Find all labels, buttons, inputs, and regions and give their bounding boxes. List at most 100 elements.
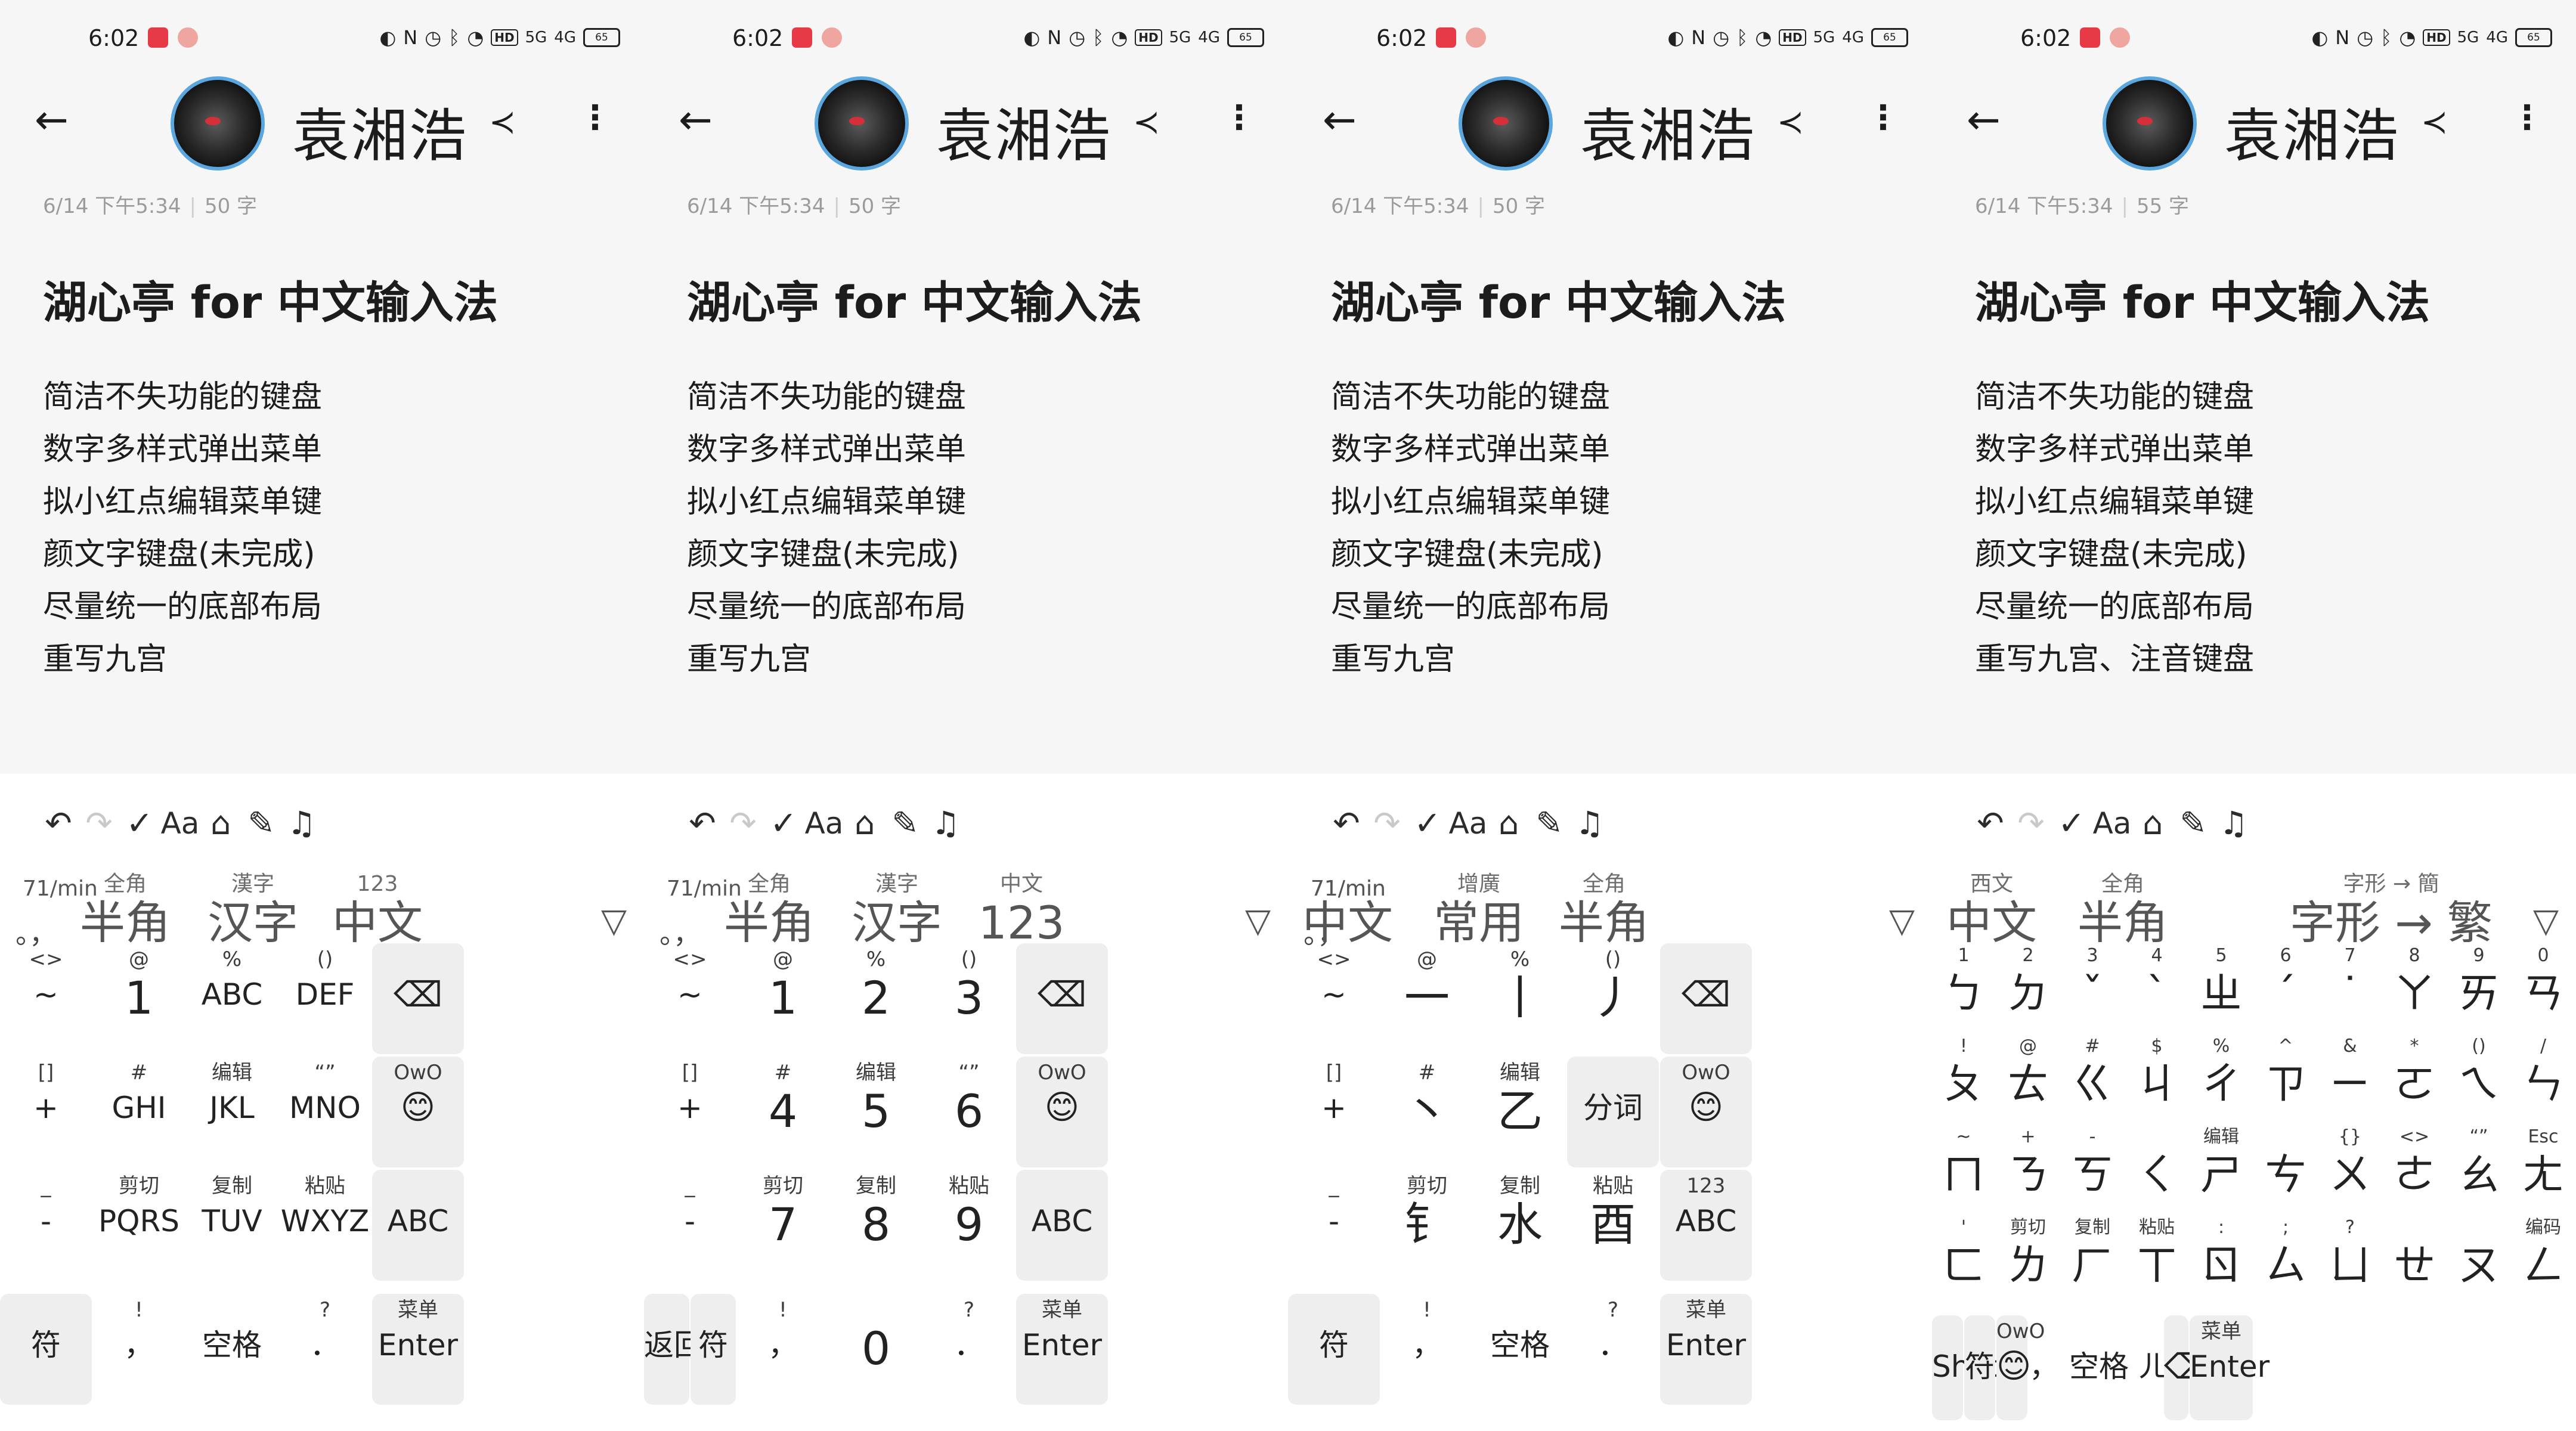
keyboard-key[interactable]: “” 6 (923, 1057, 1015, 1167)
share-icon[interactable]: ≺ (1777, 106, 1804, 138)
keyboard-key[interactable]: 编辑 JKL (186, 1057, 278, 1167)
keyboard-key[interactable]: 编码ㄥ (2512, 1215, 2575, 1305)
keyboard-key[interactable]: 分词 (1567, 1057, 1659, 1167)
keyboard-key[interactable]: 菜单 Enter (1016, 1294, 1108, 1405)
keyboard-key[interactable]: !， (93, 1294, 185, 1405)
keyboard-key[interactable]: !， (1381, 1294, 1473, 1405)
share-icon[interactable]: ≺ (1133, 106, 1160, 138)
keyboard-key[interactable]: ㄑ (2125, 1125, 2188, 1214)
keyboard-key[interactable]: ; ㄙ (2254, 1215, 2317, 1305)
keyboard-key[interactable]: _ - (1288, 1170, 1380, 1281)
candidate-option[interactable]: 字形 → 簡字形 → 繁 (2266, 871, 2516, 948)
keyboard-key[interactable]: 编辑 5 (830, 1057, 922, 1167)
keyboard-key[interactable]: () ㄟ (2447, 1034, 2510, 1123)
keyboard-key[interactable]: OwO 😊 (1660, 1057, 1752, 1167)
microphone-icon[interactable]: ♫ (2213, 803, 2255, 844)
keyboard-key[interactable]: _ - (644, 1170, 736, 1281)
keyboard-key[interactable]: ⌫ (372, 943, 464, 1054)
collapse-keyboard-icon[interactable]: ▽ (601, 902, 627, 940)
author-avatar[interactable] (815, 76, 909, 171)
microphone-icon[interactable]: ♫ (281, 803, 323, 844)
keyboard-key[interactable]: ? ㄩ (2318, 1215, 2382, 1305)
share-icon[interactable]: ≺ (489, 106, 516, 138)
keyboard-key[interactable]: / ㄣ (2512, 1034, 2575, 1123)
keyboard-key[interactable]: ， (2029, 1315, 2060, 1420)
keyboard-key[interactable]: ⌫ (2164, 1315, 2213, 1420)
check-circle-icon[interactable]: ✓ (1407, 803, 1448, 844)
keyboard-key[interactable]: % 2 (830, 943, 922, 1054)
note-body[interactable]: 简洁不失功能的键盘 数字多样式弹出菜单 拟小红点编辑菜单键 颜文字键盘(未完成) 尽量统… (43, 371, 322, 686)
note-body[interactable]: 简洁不失功能的键盘 数字多样式弹出菜单 拟小红点编辑菜单键 颜文字键盘(未完成) 尽量统… (1975, 371, 2254, 686)
keyboard-key[interactable]: “” ㄠ (2447, 1125, 2510, 1214)
keyboard-key[interactable]: 符 (691, 1294, 736, 1405)
keyboard-key[interactable]: & ㄧ (2318, 1034, 2382, 1123)
keyboard-key[interactable]: ? ． (923, 1294, 1015, 1405)
keyboard-key[interactable]: ^ ㄗ (2254, 1034, 2317, 1123)
candidate-option[interactable]: 增廣 常用 (1413, 871, 1544, 948)
keyboard-key[interactable]: <> ~ (0, 943, 92, 1054)
keyboard-key[interactable]: ⌫ (1016, 943, 1108, 1054)
keyboard-key[interactable]: 3ˇ (2061, 943, 2124, 1033)
keyboard-key[interactable]: () DEF (279, 943, 371, 1054)
author-avatar[interactable] (1459, 76, 1553, 171)
keyboard-key[interactable]: ' ㄈ (1932, 1215, 1995, 1305)
collapse-keyboard-icon[interactable]: ▽ (1245, 902, 1271, 940)
keyboard-key[interactable]: @1 (93, 943, 185, 1054)
microphone-icon[interactable]: ♫ (1569, 803, 1611, 844)
keyboard-key[interactable]: 6ˊ (2254, 943, 2317, 1033)
redo-icon[interactable]: ↷ (722, 803, 764, 844)
keyboard-key[interactable]: @ ㄊ (1996, 1034, 2060, 1123)
back-arrow-icon[interactable]: ← (1323, 100, 1357, 141)
keyboard-key[interactable]: “” MNO (279, 1057, 371, 1167)
collapse-keyboard-icon[interactable]: ▽ (2533, 902, 2559, 940)
candidate-option[interactable]: 全角 半角 (1538, 871, 1670, 948)
keyboard-key[interactable]: + ㄋ (1996, 1125, 2060, 1214)
keyboard-key[interactable]: Esc ㄤ (2512, 1125, 2575, 1214)
keyboard-key[interactable]: ㄦ (2138, 1315, 2168, 1420)
undo-icon[interactable]: ↶ (682, 803, 723, 844)
keyboard-key[interactable]: <> ~ (1288, 943, 1380, 1054)
candidate-option[interactable]: 全角 半角 (2057, 871, 2188, 948)
redo-icon[interactable]: ↷ (78, 803, 120, 844)
keyboard-key[interactable]: 剪切 PQRS (93, 1170, 185, 1281)
text-style-icon[interactable]: Aa (803, 803, 845, 844)
keyboard-key[interactable]: 4ˋ (2125, 943, 2188, 1033)
pen-icon[interactable]: ✎ (2172, 803, 2214, 844)
keyboard-key[interactable]: OwO 😊 (1996, 1315, 2045, 1420)
keyboard-key[interactable]: ㄘ (2254, 1125, 2317, 1214)
check-circle-icon[interactable]: ✓ (2051, 803, 2092, 844)
keyboard-key[interactable]: {} ㄨ (2318, 1125, 2382, 1214)
candidate-option[interactable]: 中文 123 (956, 871, 1087, 948)
check-circle-icon[interactable]: ✓ (763, 803, 804, 844)
keyboard-key[interactable]: 编辑乙 (1474, 1057, 1566, 1167)
keyboard-key[interactable]: 5ㄓ (2190, 943, 2253, 1033)
keyboard-key[interactable]: #4 (737, 1057, 829, 1167)
keyboard-key[interactable]: () 丿 (1567, 943, 1659, 1054)
keyboard-key[interactable]: ABC (372, 1170, 464, 1281)
keyboard-key[interactable]: OwO 😊 (372, 1057, 464, 1167)
keyboard-key[interactable]: -ㄎ (2061, 1125, 2124, 1214)
keyboard-key[interactable]: ⌫ (1660, 943, 1752, 1054)
text-style-icon[interactable]: Aa (2091, 803, 2133, 844)
back-arrow-icon[interactable]: ← (1967, 100, 2001, 141)
keyboard-key[interactable]: 空格 (2061, 1315, 2137, 1420)
microphone-icon[interactable]: ♫ (925, 803, 967, 844)
keyboard-key[interactable]: () 3 (923, 943, 1015, 1054)
candidate-option[interactable]: 123 中文 (312, 871, 443, 948)
keyboard-key[interactable]: :ㄖ (2190, 1215, 2253, 1305)
keyboard-key[interactable]: 7 ˙ (2318, 943, 2382, 1033)
keyboard-key[interactable]: 符 (0, 1294, 92, 1405)
collapse-keyboard-icon[interactable]: ▽ (1889, 902, 1915, 940)
keyboard-key[interactable]: 空格 (1474, 1294, 1566, 1405)
candidate-option[interactable]: 全角 半角 (60, 871, 191, 948)
more-options-icon[interactable]: ⋮ (578, 101, 612, 135)
keyboard-key[interactable]: 2ㄉ (1996, 943, 2060, 1033)
more-options-icon[interactable]: ⋮ (2510, 101, 2544, 135)
keyboard-key[interactable]: 8ㄚ (2383, 943, 2446, 1033)
text-style-icon[interactable]: Aa (159, 803, 201, 844)
keyboard-key[interactable]: 空格 (186, 1294, 278, 1405)
candidate-option[interactable]: 漢字 汉字 (187, 871, 318, 948)
keyboard-key[interactable]: 9ㄞ (2447, 943, 2510, 1033)
text-style-icon[interactable]: Aa (1447, 803, 1489, 844)
keyboard-key[interactable]: 1ㄅ (1932, 943, 1995, 1033)
